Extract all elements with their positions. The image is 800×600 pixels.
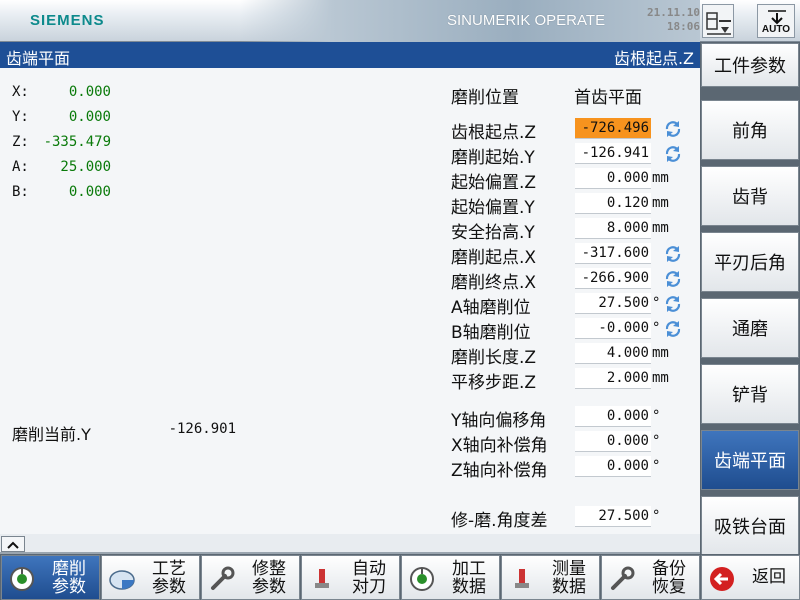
unit-label: mm [652, 220, 669, 236]
main-panel: X: 0.000 Y: 0.000 Z: -335.479 A: 25.000 … [0, 68, 700, 534]
param-input-safe-lift-y[interactable]: 8.000 [575, 218, 651, 239]
param-input-b-axis-pos[interactable]: -0.000 [575, 318, 651, 339]
softkey-tooth-end-face[interactable]: 齿端平面 [701, 430, 799, 490]
siemens-logo: SIEMENS [30, 12, 105, 29]
offset-label: X轴向补偿角 [451, 436, 548, 456]
param-input-grind-end-x[interactable]: -266.900 [575, 268, 651, 289]
offset-input-x-angle[interactable]: 0.000 [575, 431, 651, 452]
vertical-softkeys: 工件参数 前角 齿背 平刃后角 通磨 铲背 齿端平面 吸铁台面 [700, 42, 800, 556]
param-label: 起始偏置.Y [451, 198, 535, 218]
offset-label: Y轴向偏移角 [451, 411, 547, 431]
active-field-title: 齿根起点.Z [613, 49, 694, 68]
axis-value-b: 0.000 [68, 184, 111, 200]
param-input-grind-length-z[interactable]: 4.000 [575, 343, 651, 364]
header-bar: SIEMENS SINUMERIK OPERATE 21.11.10 18:06… [0, 0, 800, 42]
grind-icon [10, 567, 34, 591]
sync-icon[interactable] [663, 244, 683, 264]
param-label: 齿根起点.Z [451, 123, 537, 143]
page-title: 齿端平面 [6, 49, 71, 68]
product-name: SINUMERIK OPERATE [447, 12, 606, 29]
softkey-back[interactable]: 返回 [701, 555, 800, 600]
wrench-icon [611, 566, 635, 590]
offset-label: Z轴向补偿角 [451, 461, 548, 481]
angle-diff-label: 修-磨.角度差 [451, 511, 548, 531]
probe-icon [315, 569, 329, 588]
unit-label: ° [652, 458, 661, 474]
param-label: 磨削起始.Y [451, 148, 535, 168]
unit-label: ° [652, 295, 661, 311]
sync-icon[interactable] [663, 269, 683, 289]
softkey-through-grind[interactable]: 通磨 [701, 298, 799, 358]
param-input-grind-start-x[interactable]: -317.600 [575, 243, 651, 264]
auto-mode-label: AUTO [761, 24, 791, 35]
offset-input-z-angle[interactable]: 0.000 [575, 456, 651, 477]
angle-diff-value: 27.500 [575, 506, 651, 527]
param-input-step-z[interactable]: 2.000 [575, 368, 651, 389]
unit-label: mm [652, 370, 669, 386]
softkey-relief[interactable]: 铲背 [701, 364, 799, 424]
offset-input-y-angle[interactable]: 0.000 [575, 406, 651, 427]
softkey-dress-params[interactable]: 修整 参数 [201, 555, 300, 600]
unit-label: mm [652, 170, 669, 186]
unit-label: ° [652, 508, 661, 524]
softkey-rake-angle[interactable]: 前角 [701, 100, 799, 160]
axis-value-y: 0.000 [68, 109, 111, 125]
param-input-start-offset-z[interactable]: 0.000 [575, 168, 651, 189]
param-input-root-start-z[interactable]: -726.496 [575, 118, 651, 139]
softkey-tooth-back[interactable]: 齿背 [701, 166, 799, 226]
sync-icon[interactable] [663, 119, 683, 139]
sync-icon[interactable] [663, 294, 683, 314]
auto-mode-icon[interactable]: AUTO [757, 4, 795, 38]
date-text: 21.11.10 [647, 6, 700, 19]
date-time: 21.11.10 18:06 [640, 6, 700, 34]
unit-label: ° [652, 433, 661, 449]
sync-icon[interactable] [663, 319, 683, 339]
axis-value-z: -335.479 [43, 134, 111, 150]
grind-icon [410, 567, 434, 591]
disc-icon [109, 570, 135, 590]
param-label: 平移步距.Z [451, 373, 537, 393]
title-bar: 齿端平面 齿根起点.Z [0, 42, 700, 68]
softkey-backup-restore[interactable]: 备份 恢复 [601, 555, 700, 600]
position-value[interactable]: 首齿平面 [574, 83, 642, 108]
position-label: 磨削位置 [451, 88, 519, 108]
param-label: 起始偏置.Z [451, 173, 537, 193]
softkey-grind-params[interactable]: 磨削 参数 [1, 555, 100, 600]
param-label: 磨削起点.X [451, 248, 537, 268]
softkey-machining-data[interactable]: 加工 数据 [401, 555, 500, 600]
current-y-label: 磨削当前.Y [12, 425, 91, 444]
softkey-flat-clearance[interactable]: 平刃后角 [701, 232, 799, 292]
probe-icon [515, 569, 529, 588]
current-y-value: -126.901 [168, 421, 236, 437]
back-arrow-icon [710, 567, 734, 591]
param-label: 磨削终点.X [451, 273, 537, 293]
wrench-icon [211, 566, 235, 590]
softkey-magnetic-table[interactable]: 吸铁台面 [701, 496, 799, 556]
unit-label: mm [652, 195, 669, 211]
softkey-workpiece-params[interactable]: 工件参数 [701, 43, 799, 87]
softkey-measure-data[interactable]: 测量 数据 [501, 555, 600, 600]
sync-icon[interactable] [663, 144, 683, 164]
horizontal-softkeys: 磨削 参数 工艺 参数 修整 参数 自动 对刀 加工 数据 测量 数据 备份 恢复 返回 [0, 554, 800, 600]
scroll-up-button[interactable] [1, 536, 25, 552]
softkey-process-params[interactable]: 工艺 参数 [101, 555, 200, 600]
param-label: 安全抬高.Y [451, 223, 535, 243]
param-input-grind-start-y[interactable]: -126.941 [575, 143, 651, 164]
softkey-auto-tool-setting[interactable]: 自动 对刀 [301, 555, 400, 600]
param-label: A轴磨削位 [451, 298, 531, 318]
unit-label: mm [652, 345, 669, 361]
axis-value-x: 0.000 [68, 84, 111, 100]
param-input-a-axis-pos[interactable]: 27.500 [575, 293, 651, 314]
unit-label: ° [652, 408, 661, 424]
hmi-screen: SIEMENS SINUMERIK OPERATE 21.11.10 18:06… [0, 0, 800, 600]
machine-mode-icon[interactable] [702, 4, 734, 38]
param-input-start-offset-y[interactable]: 0.120 [575, 193, 651, 214]
axis-value-a: 25.000 [60, 159, 111, 175]
time-text: 18:06 [666, 20, 700, 33]
param-label: B轴磨削位 [451, 323, 531, 343]
param-label: 磨削长度.Z [451, 348, 537, 368]
unit-label: ° [652, 320, 661, 336]
